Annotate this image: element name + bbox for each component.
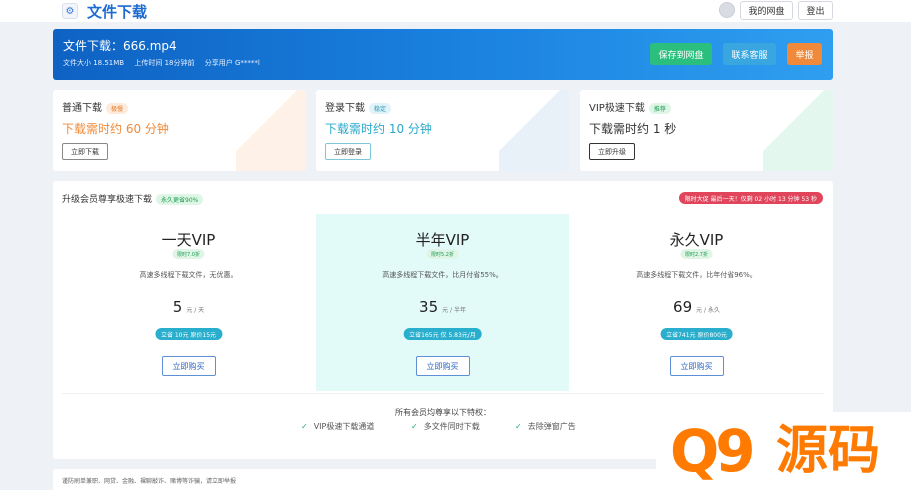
plan-name: 永久VIP	[669, 231, 724, 249]
check-icon: ✓	[411, 422, 418, 431]
save-to-disk-button[interactable]: 保存到网盘	[650, 43, 712, 65]
plan-desc: 高速多线程下载文件，无优惠。	[139, 271, 238, 279]
contact-support-button[interactable]: 联系客服	[723, 43, 776, 65]
privilege-item: ✓ 去除弹窗广告	[515, 422, 576, 431]
buy-half-year-button[interactable]: 立即购买	[415, 356, 470, 376]
sharer: 分享用户 G*****l	[204, 59, 260, 67]
privilege-item: ✓ 多文件同时下载	[411, 422, 480, 431]
top-bar: ⚙ 文件下载 我的网盘 登出	[0, 0, 911, 22]
buy-day-button[interactable]: 立即购买	[161, 356, 216, 376]
card-time: 下载需时约 60 分钟	[62, 122, 169, 136]
report-button[interactable]: 举报	[787, 43, 822, 65]
plan-save-badge: 立省741元 原价800元	[660, 328, 733, 340]
card-time: 下载需时约 1 秒	[589, 122, 677, 136]
plan-price: 5元 / 天	[172, 298, 205, 316]
watermark-q9: Q9	[670, 417, 756, 485]
footer-notice: 谨防刷单兼职、网贷、金融、裸聊敲诈、赌博等诈骗，请立即举报	[53, 469, 663, 490]
normal-download-card: 普通下载 极慢 下载需时约 60 分钟 立即下载	[53, 90, 306, 171]
file-banner: 文件下载：666.mp4 文件大小 18.51MB 上传时间 18分钟前 分享用…	[53, 29, 833, 80]
plan-day: 一天VIP 限时7.0折 高速多线程下载文件，无优惠。 5元 / 天 立省 10…	[62, 214, 315, 391]
logout-button[interactable]: 登出	[798, 1, 833, 20]
plan-discount-tag: 限时2.7折	[680, 249, 713, 259]
plan-discount-tag: 限时7.0折	[172, 249, 205, 259]
plan-price: 35 元 / 半年	[419, 298, 466, 316]
watermark-logo: Q9 源码	[656, 412, 911, 490]
site-logo-icon: ⚙	[62, 3, 78, 19]
card-title: 登录下载	[325, 103, 365, 114]
login-download-card: 登录下载 稳定 下载需时约 10 分钟 立即登录	[316, 90, 569, 171]
plan-discount-tag: 限时5.2折	[426, 249, 459, 259]
card-badge: 极慢	[106, 102, 129, 114]
check-icon: ✓	[515, 422, 522, 431]
upgrade-title-badge: 永久更省90%	[156, 194, 204, 205]
upload-time: 上传时间 18分钟前	[134, 59, 195, 67]
card-badge: 稳定	[369, 102, 392, 114]
file-title: 文件下载：666.mp4	[63, 39, 177, 53]
card-title: 普通下载	[62, 103, 102, 114]
watermark-text: 源码	[776, 421, 881, 481]
upgrade-now-button[interactable]: 立即升级	[589, 143, 635, 160]
file-size: 文件大小 18.51MB	[63, 59, 125, 67]
vip-download-card: VIP极速下载 推荐 下载需时约 1 秒 立即升级	[580, 90, 833, 171]
check-icon: ✓	[301, 422, 308, 431]
upgrade-title: 升级会员尊享极速下载	[62, 195, 153, 205]
plan-save-badge: 立省165元 仅 5.83元/月	[403, 328, 482, 340]
user-avatar[interactable]	[719, 2, 735, 18]
plan-half-year: 半年VIP 限时5.2折 高速多线程下载文件，比月付省55%。 35 元 / 半年…	[316, 214, 569, 391]
card-title: VIP极速下载	[589, 103, 645, 114]
login-now-button[interactable]: 立即登录	[325, 143, 371, 160]
plan-lifetime: 永久VIP 限时2.7折 高速多线程下载文件，比年付省96%。 69 元 / 永久…	[570, 214, 823, 391]
download-now-button[interactable]: 立即下载	[62, 143, 108, 160]
fraud-warning-text: 谨防刷单兼职、网贷、金融、裸聊敲诈、赌博等诈骗，请立即举报	[62, 478, 237, 485]
plan-name: 半年VIP	[415, 231, 470, 249]
plan-save-badge: 立省 10元 原价15元	[154, 328, 223, 340]
card-badge: 推荐	[648, 102, 671, 114]
file-meta: 文件大小 18.51MB 上传时间 18分钟前 分享用户 G*****l	[63, 58, 268, 68]
site-title: 文件下载	[87, 3, 148, 21]
privilege-item: ✓ VIP极速下载通道	[301, 422, 375, 431]
divider	[62, 393, 824, 394]
card-time: 下载需时约 10 分钟	[325, 122, 432, 136]
countdown-badge: 限时大促 最后一天！仅剩 02 小时 13 分钟 53 秒	[678, 192, 823, 204]
buy-lifetime-button[interactable]: 立即购买	[669, 356, 724, 376]
plan-name: 一天VIP	[161, 231, 216, 249]
my-disk-button[interactable]: 我的网盘	[740, 1, 793, 20]
plan-desc: 高速多线程下载文件，比月付省55%。	[382, 271, 503, 279]
plan-price: 69 元 / 永久	[673, 298, 720, 316]
plan-desc: 高速多线程下载文件，比年付省96%。	[636, 271, 757, 279]
